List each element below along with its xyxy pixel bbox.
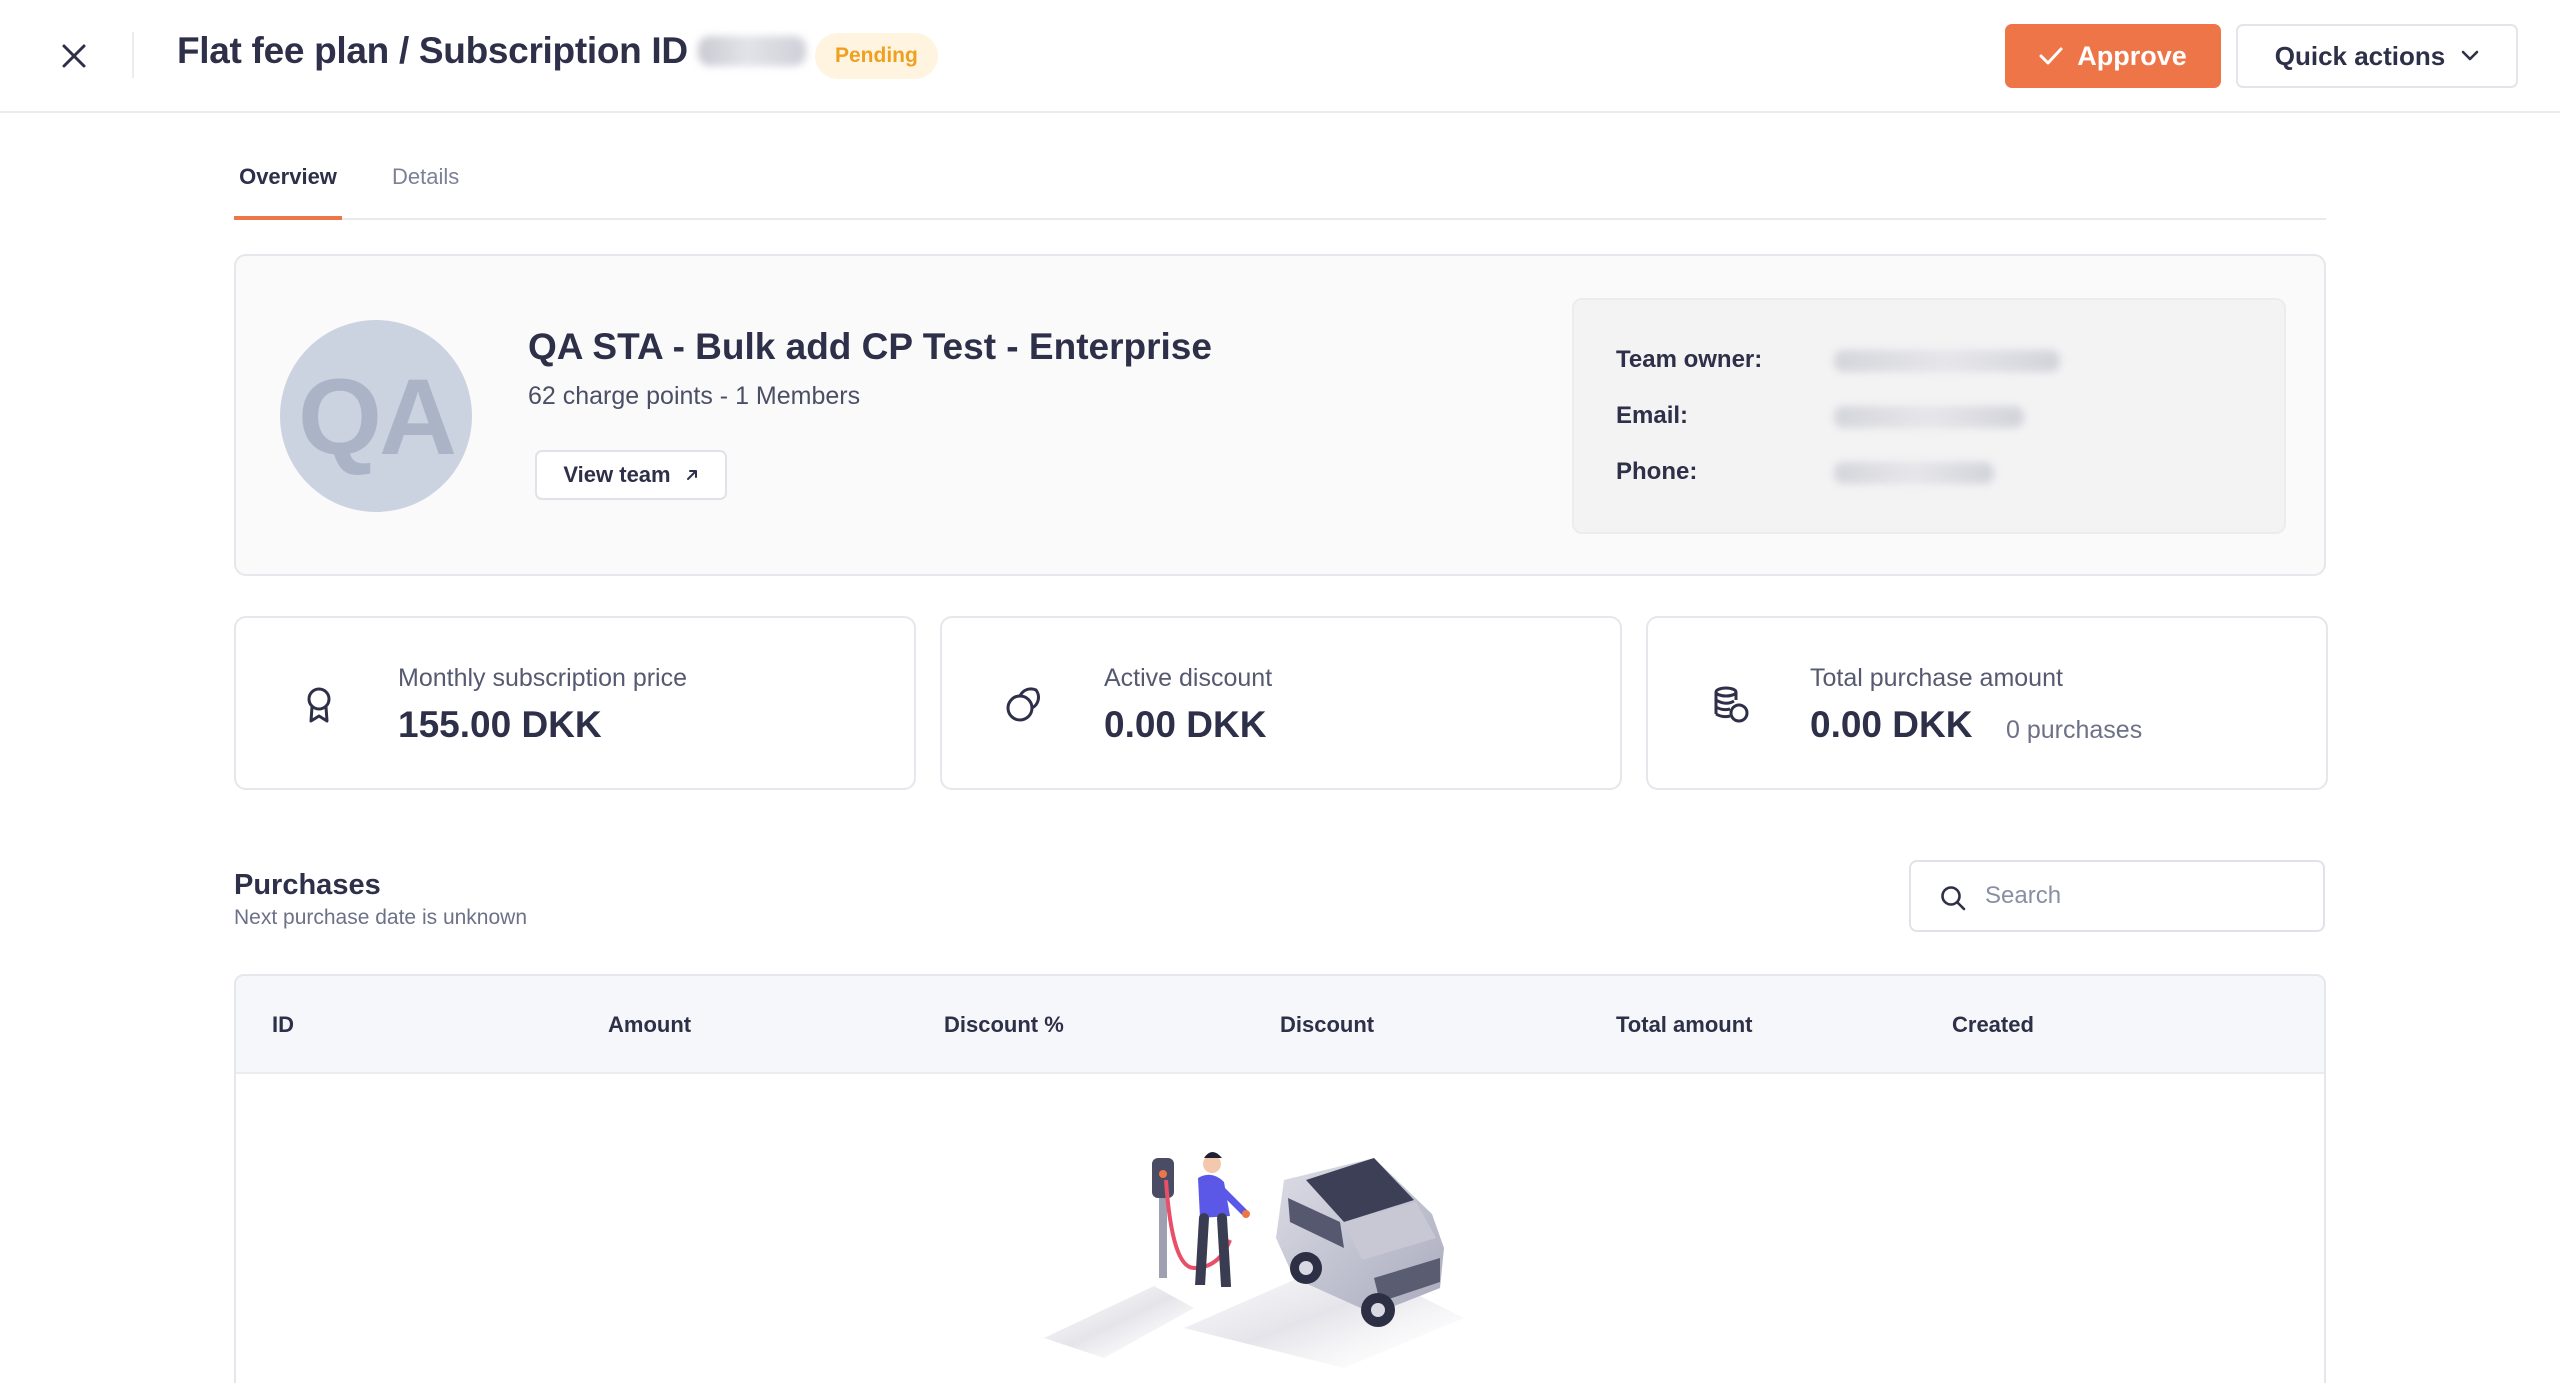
- column-header-amount[interactable]: Amount: [608, 1012, 691, 1038]
- search-input[interactable]: [1985, 872, 2305, 920]
- page-title: Flat fee plan / Subscription ID: [177, 30, 806, 72]
- stat-value: 0.00 DKK: [1104, 704, 1267, 745]
- tab-overview[interactable]: Overview: [234, 164, 342, 220]
- stat-label: Total purchase amount: [1810, 664, 2063, 692]
- purchases-table: ID Amount Discount % Discount Total amou…: [234, 974, 2326, 1383]
- search-icon: [1941, 886, 1966, 911]
- empty-state-illustration: [1044, 1152, 1464, 1368]
- quick-actions-label: Quick actions: [2274, 40, 2446, 71]
- team-summary: 62 charge points - 1 Members: [528, 382, 861, 410]
- team-name: QA STA - Bulk add CP Test - Enterprise: [528, 326, 1212, 367]
- tab-bar: Overview Details: [234, 148, 2326, 220]
- tab-details[interactable]: Details: [392, 164, 459, 190]
- top-bar: Flat fee plan / Subscription ID Pending …: [0, 0, 2560, 113]
- view-team-button[interactable]: View team: [535, 450, 727, 500]
- subscription-id-redacted: [697, 36, 806, 66]
- team-owner-label: Team owner:: [1616, 346, 1763, 373]
- column-header-total-amount[interactable]: Total amount: [1616, 1012, 1752, 1038]
- phone-label: Phone:: [1616, 458, 1698, 485]
- discount-circles-icon: [1006, 687, 1040, 722]
- award-icon: [307, 687, 331, 723]
- stat-card-total-purchase: Total purchase amount 0.00 DKK 0 purchas…: [1646, 616, 2328, 790]
- stat-card-active-discount: Active discount 0.00 DKK: [940, 616, 1622, 790]
- column-header-discount[interactable]: Discount: [1280, 1012, 1374, 1038]
- stat-value: 155.00 DKK: [398, 704, 602, 745]
- purchase-count: 0 purchases: [2006, 716, 2143, 744]
- stat-card-monthly-price: Monthly subscription price 155.00 DKK: [234, 616, 916, 790]
- search-field[interactable]: [1909, 860, 2325, 932]
- table-header: ID Amount Discount % Discount Total amou…: [236, 976, 2324, 1074]
- team-owner-value-redacted: [1834, 350, 2060, 372]
- approve-button[interactable]: Approve: [2005, 24, 2221, 88]
- close-icon[interactable]: [61, 43, 87, 69]
- status-badge: Pending: [815, 33, 938, 79]
- column-header-id[interactable]: ID: [272, 1012, 294, 1038]
- header-divider: [132, 32, 134, 78]
- stat-label: Active discount: [1104, 664, 1273, 692]
- chevron-down-icon: [2461, 50, 2479, 61]
- coins-stack-icon: [1714, 686, 1749, 723]
- email-value-redacted: [1834, 406, 2024, 428]
- external-arrow-icon: [686, 470, 697, 480]
- column-header-discount-percent[interactable]: Discount %: [944, 1012, 1064, 1038]
- check-icon: [2039, 47, 2063, 65]
- approve-label: Approve: [2077, 40, 2187, 71]
- team-card: QA QA STA - Bulk add CP Test - Enterpris…: [234, 254, 2326, 576]
- close-button[interactable]: [56, 38, 92, 74]
- team-owner-panel: Team owner: Email: Phone:: [1572, 298, 2286, 534]
- purchases-subtitle: Next purchase date is unknown: [234, 906, 528, 929]
- quick-actions-button[interactable]: Quick actions: [2236, 24, 2518, 88]
- stat-label: Monthly subscription price: [398, 664, 688, 692]
- purchases-title: Purchases: [234, 869, 381, 901]
- stat-value: 0.00 DKK: [1810, 704, 1973, 745]
- email-label: Email:: [1616, 402, 1689, 429]
- column-header-created[interactable]: Created: [1952, 1012, 2034, 1038]
- page-title-text: Flat fee plan / Subscription ID: [177, 30, 688, 71]
- avatar: QA: [280, 320, 472, 512]
- phone-value-redacted: [1834, 462, 1994, 484]
- view-team-label: View team: [563, 462, 671, 487]
